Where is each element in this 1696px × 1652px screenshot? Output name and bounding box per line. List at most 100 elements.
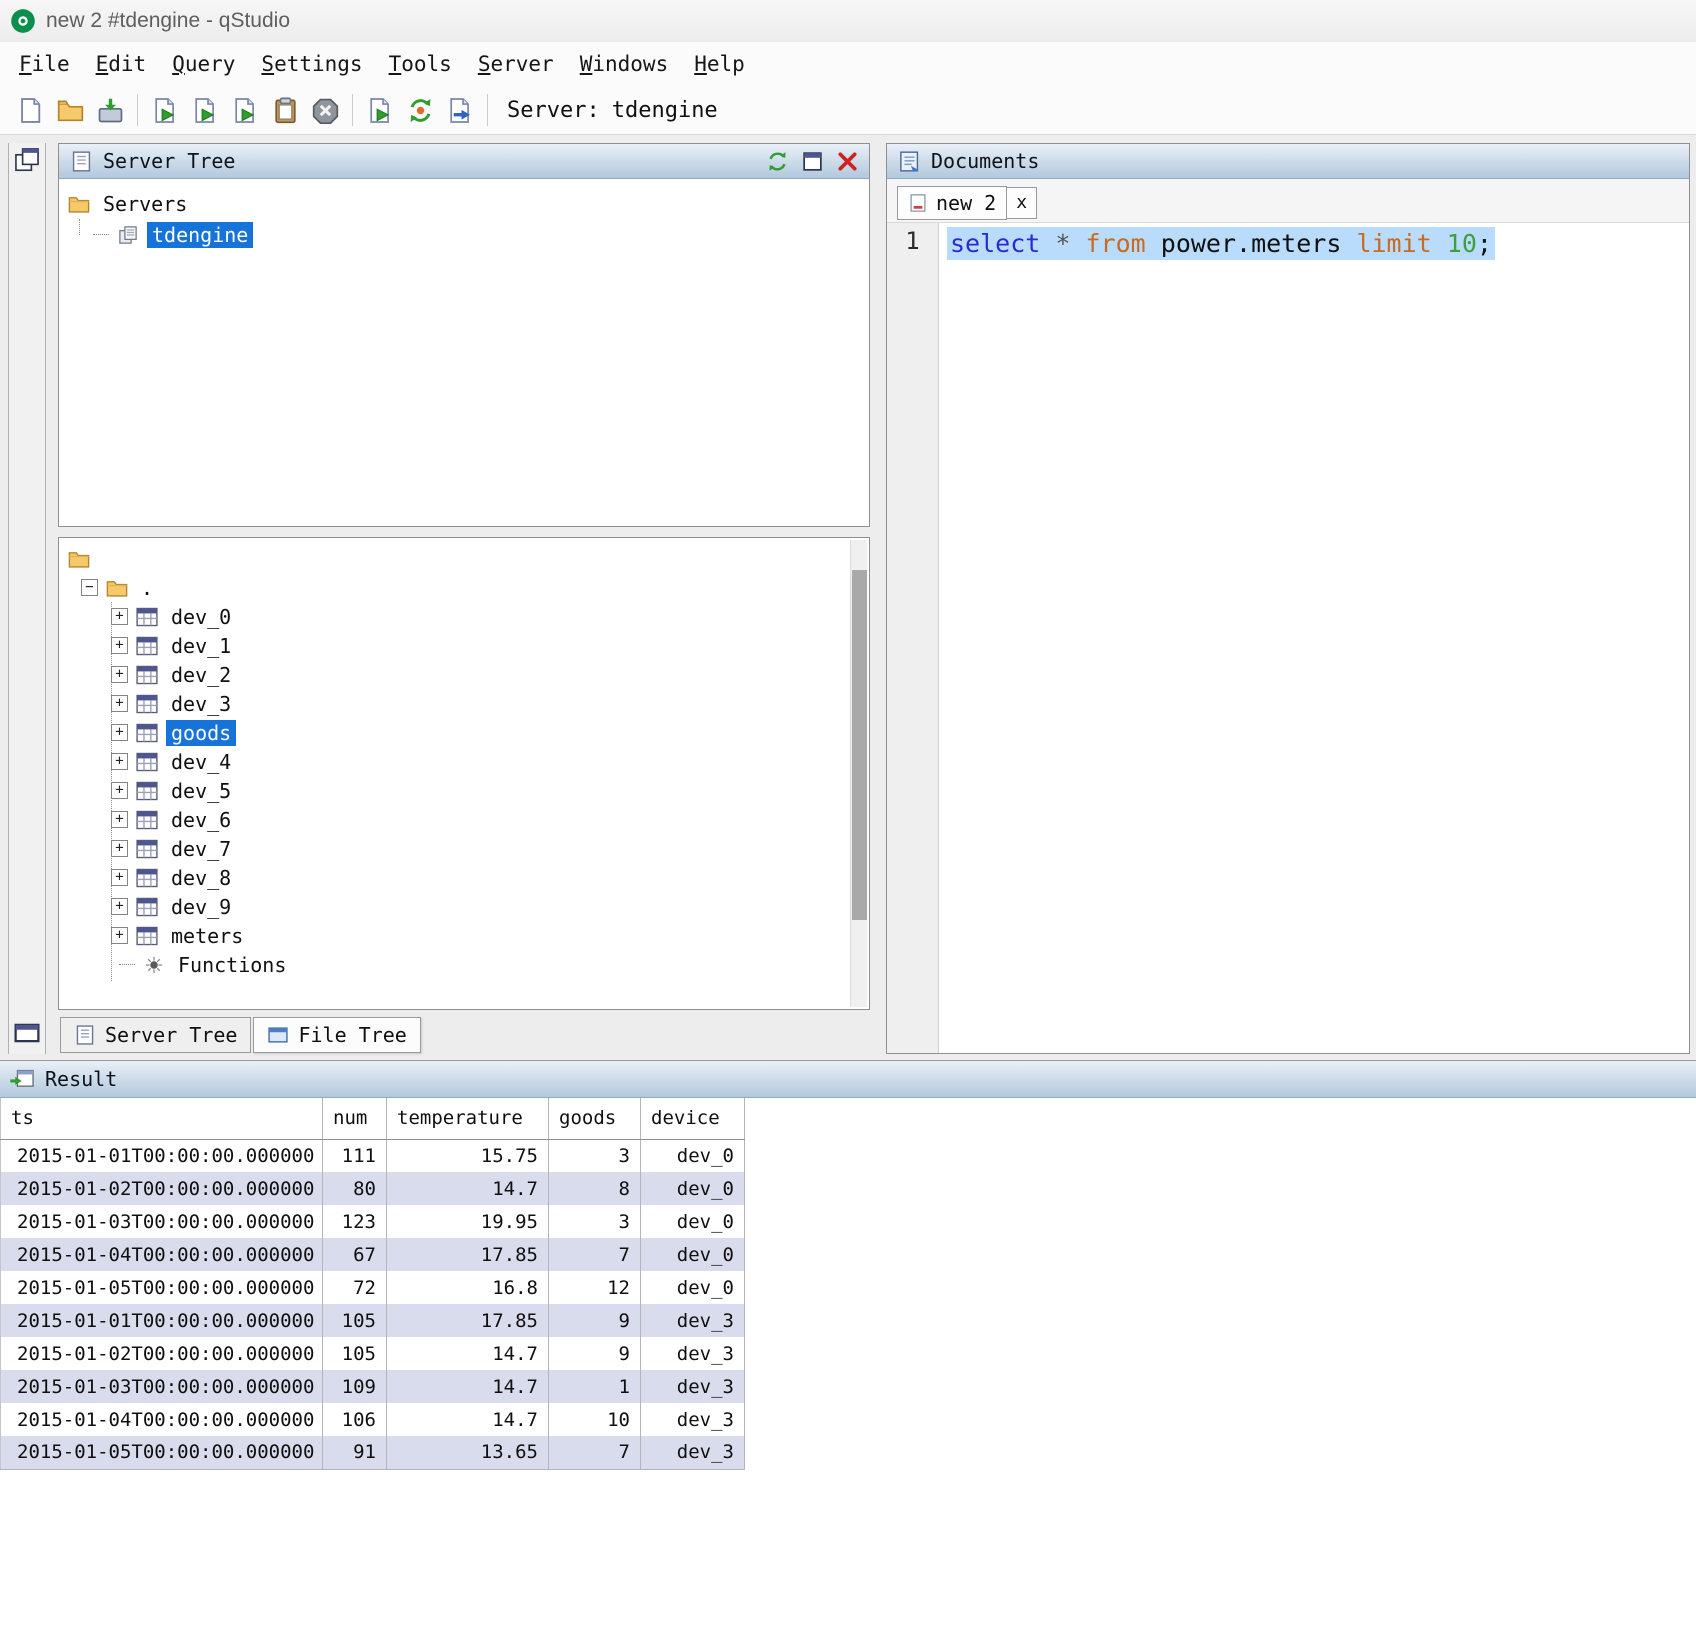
table-label[interactable]: dev_6: [166, 807, 236, 833]
result-cell: 17.85: [387, 1304, 549, 1337]
server-label[interactable]: tdengine: [147, 222, 253, 248]
table-row[interactable]: 2015-01-04T00:00:00.00000010614.710dev_3: [1, 1403, 745, 1436]
expand-icon[interactable]: [111, 898, 128, 915]
server-field-value[interactable]: tdengine: [612, 98, 718, 123]
table-icon: [135, 722, 159, 744]
file-tree-item-dev_1[interactable]: dev_1: [67, 631, 843, 660]
tab-file-tree[interactable]: File Tree: [253, 1017, 420, 1053]
file-tree-item-dev_7[interactable]: dev_7: [67, 834, 843, 863]
expand-icon[interactable]: [111, 869, 128, 886]
stop-button[interactable]: [305, 90, 345, 130]
menu-item-edit[interactable]: Edit: [83, 47, 160, 81]
table-icon: [135, 780, 159, 802]
table-row[interactable]: 2015-01-03T00:00:00.00000010914.71dev_3: [1, 1370, 745, 1403]
run-file-button[interactable]: [360, 90, 400, 130]
table-row[interactable]: 2015-01-02T00:00:00.0000008014.78dev_0: [1, 1172, 745, 1205]
restore-windows-icon[interactable]: [14, 147, 40, 173]
new-file-button[interactable]: [10, 90, 50, 130]
expand-icon[interactable]: [111, 782, 128, 799]
table-label[interactable]: dev_1: [166, 633, 236, 659]
expand-icon[interactable]: [111, 608, 128, 625]
expand-icon[interactable]: [111, 637, 128, 654]
file-tree-item-goods[interactable]: goods: [67, 718, 843, 747]
file-tree-dot-folder[interactable]: .: [67, 573, 843, 602]
folder-label[interactable]: .: [136, 575, 158, 601]
table-label[interactable]: dev_0: [166, 604, 236, 630]
file-tree-item-dev_3[interactable]: dev_3: [67, 689, 843, 718]
close-icon[interactable]: [834, 148, 860, 174]
expand-icon[interactable]: [111, 927, 128, 944]
table-label[interactable]: dev_8: [166, 865, 236, 891]
menu-item-windows[interactable]: Windows: [567, 47, 682, 81]
file-tree-root[interactable]: [67, 544, 843, 573]
server-tree-item-tdengine[interactable]: tdengine: [67, 219, 861, 250]
run-selection-button[interactable]: [225, 90, 265, 130]
table-row[interactable]: 2015-01-05T00:00:00.0000009113.657dev_3: [1, 1436, 745, 1469]
expand-icon[interactable]: [111, 811, 128, 828]
menu-item-query[interactable]: Query: [159, 47, 248, 81]
menu-item-help[interactable]: Help: [681, 47, 758, 81]
document-tab-close-button[interactable]: x: [1007, 187, 1037, 219]
table-row[interactable]: 2015-01-03T00:00:00.00000012319.953dev_0: [1, 1205, 745, 1238]
expand-icon[interactable]: [111, 666, 128, 683]
menu-item-server[interactable]: Server: [465, 47, 567, 81]
scrollbar-thumb[interactable]: [852, 570, 867, 920]
run-line-button[interactable]: [185, 90, 225, 130]
table-row[interactable]: 2015-01-01T00:00:00.00000011115.753dev_0: [1, 1139, 745, 1172]
table-label[interactable]: dev_5: [166, 778, 236, 804]
table-label[interactable]: goods: [166, 720, 236, 746]
table-label[interactable]: dev_4: [166, 749, 236, 775]
result-cell: dev_3: [641, 1370, 745, 1403]
table-label[interactable]: dev_7: [166, 836, 236, 862]
document-tab[interactable]: new 2: [897, 186, 1007, 220]
functions-label[interactable]: Functions: [173, 952, 291, 978]
file-tree-item-meters[interactable]: meters: [67, 921, 843, 950]
file-tree-item-dev_4[interactable]: dev_4: [67, 747, 843, 776]
table-label[interactable]: meters: [166, 923, 248, 949]
result-column-ts[interactable]: ts: [1, 1098, 323, 1139]
result-cell: dev_3: [641, 1436, 745, 1469]
expand-icon[interactable]: [111, 840, 128, 857]
result-column-device[interactable]: device: [641, 1098, 745, 1139]
file-tree-item-dev_5[interactable]: dev_5: [67, 776, 843, 805]
table-label[interactable]: dev_9: [166, 894, 236, 920]
sql-editor[interactable]: 1 select * from power.meters limit 10;: [887, 223, 1689, 1053]
table-row[interactable]: 2015-01-04T00:00:00.0000006717.857dev_0: [1, 1238, 745, 1271]
code-area[interactable]: select * from power.meters limit 10;: [939, 223, 1689, 1053]
minimized-panel-icon[interactable]: [14, 1020, 40, 1046]
tab-server-tree[interactable]: Server Tree: [60, 1017, 251, 1053]
server-tree-root[interactable]: Servers: [67, 188, 861, 219]
export-button[interactable]: [440, 90, 480, 130]
table-row[interactable]: 2015-01-05T00:00:00.0000007216.812dev_0: [1, 1271, 745, 1304]
result-column-num[interactable]: num: [323, 1098, 387, 1139]
file-tree-item-dev_9[interactable]: dev_9: [67, 892, 843, 921]
menu-item-file[interactable]: File: [6, 47, 83, 81]
maximize-icon[interactable]: [799, 148, 825, 174]
refresh-icon[interactable]: [764, 148, 790, 174]
open-file-button[interactable]: [50, 90, 90, 130]
table-icon: [135, 693, 159, 715]
sql-line[interactable]: select * from power.meters limit 10;: [947, 227, 1495, 260]
table-row[interactable]: 2015-01-02T00:00:00.00000010514.79dev_3: [1, 1337, 745, 1370]
run-query-button[interactable]: [145, 90, 185, 130]
menu-item-settings[interactable]: Settings: [248, 47, 375, 81]
save-button[interactable]: [90, 90, 130, 130]
collapse-icon[interactable]: [81, 579, 98, 596]
refresh-query-button[interactable]: [400, 90, 440, 130]
result-column-goods[interactable]: goods: [549, 1098, 641, 1139]
clipboard-button[interactable]: [265, 90, 305, 130]
table-label[interactable]: dev_3: [166, 691, 236, 717]
expand-icon[interactable]: [111, 695, 128, 712]
expand-icon[interactable]: [111, 724, 128, 741]
table-row[interactable]: 2015-01-01T00:00:00.00000010517.859dev_3: [1, 1304, 745, 1337]
file-tree-scrollbar[interactable]: [850, 540, 867, 1007]
file-tree-item-functions[interactable]: Functions: [67, 950, 843, 979]
expand-icon[interactable]: [111, 753, 128, 770]
menu-item-tools[interactable]: Tools: [376, 47, 465, 81]
file-tree-item-dev_8[interactable]: dev_8: [67, 863, 843, 892]
file-tree-item-dev_2[interactable]: dev_2: [67, 660, 843, 689]
table-label[interactable]: dev_2: [166, 662, 236, 688]
result-column-temperature[interactable]: temperature: [387, 1098, 549, 1139]
file-tree-item-dev_0[interactable]: dev_0: [67, 602, 843, 631]
file-tree-item-dev_6[interactable]: dev_6: [67, 805, 843, 834]
